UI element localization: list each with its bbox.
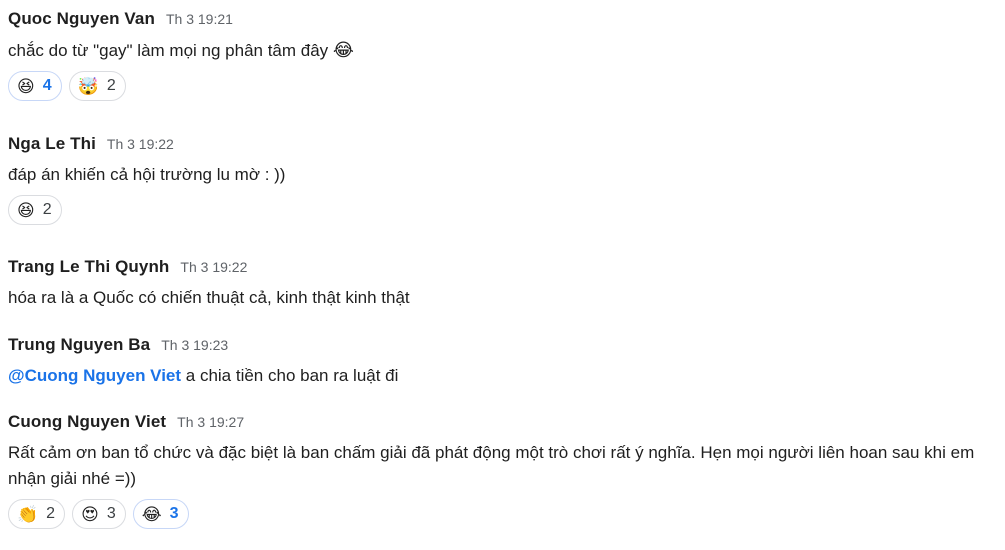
message-header: Trung Nguyen Ba Th 3 19:23 bbox=[8, 335, 1005, 357]
grinning-squint-emoji-icon: 😆 bbox=[17, 76, 35, 96]
sender-name[interactable]: Cuong Nguyen Viet bbox=[8, 412, 166, 432]
timestamp: Th 3 19:27 bbox=[177, 414, 245, 430]
exploding-head-emoji-icon: 🤯 bbox=[77, 76, 99, 96]
reaction-count: 2 bbox=[42, 201, 52, 218]
timestamp: Th 3 19:22 bbox=[180, 259, 248, 275]
sender-name[interactable]: Trung Nguyen Ba bbox=[8, 335, 150, 355]
sender-name[interactable]: Quoc Nguyen Van bbox=[8, 9, 155, 29]
message-header: Nga Le Thi Th 3 19:22 bbox=[8, 134, 1005, 156]
message: Quoc Nguyen Van Th 3 19:21 chắc do từ "g… bbox=[8, 9, 1005, 101]
timestamp: Th 3 19:21 bbox=[165, 11, 233, 27]
user-mention-link[interactable]: @Cuong Nguyen Viet bbox=[8, 366, 181, 385]
timestamp: Th 3 19:23 bbox=[161, 337, 229, 353]
laughing-tears-emoji-icon: 😂 bbox=[332, 40, 354, 60]
reaction-chip[interactable]: 👏 2 bbox=[8, 499, 66, 529]
reactions-bar: 😆 4 🤯 2 bbox=[8, 71, 1005, 101]
reaction-chip[interactable]: 😍 3 bbox=[72, 499, 126, 529]
message-text-content: a chia tiền cho ban ra luật đi bbox=[181, 366, 399, 385]
reactions-bar: 😆 2 bbox=[8, 195, 1005, 225]
reaction-chip[interactable]: 😂 3 bbox=[132, 499, 189, 529]
reaction-count: 2 bbox=[46, 505, 56, 522]
message-text-content: chắc do từ "gay" làm mọi ng phân tâm đây bbox=[8, 41, 329, 60]
message-header: Trang Le Thi Quynh Th 3 19:22 bbox=[8, 257, 1005, 279]
reaction-count: 2 bbox=[106, 77, 116, 94]
timestamp: Th 3 19:22 bbox=[106, 136, 174, 152]
reaction-chip[interactable]: 😆 4 bbox=[8, 71, 62, 101]
reaction-chip[interactable]: 🤯 2 bbox=[68, 71, 126, 101]
reaction-chip[interactable]: 😆 2 bbox=[8, 195, 62, 225]
sender-name[interactable]: Nga Le Thi bbox=[8, 134, 96, 154]
message-text: chắc do từ "gay" làm mọi ng phân tâm đây… bbox=[8, 37, 1005, 64]
heart-eyes-emoji-icon: 😍 bbox=[81, 504, 99, 524]
message-header: Quoc Nguyen Van Th 3 19:21 bbox=[8, 9, 1005, 31]
clapping-hands-emoji-icon: 👏 bbox=[17, 504, 39, 524]
message: Nga Le Thi Th 3 19:22 đáp án khiến cả hộ… bbox=[8, 134, 1005, 225]
grinning-squint-emoji-icon: 😆 bbox=[17, 200, 35, 220]
reaction-count: 3 bbox=[169, 505, 179, 522]
message-text: đáp án khiến cả hội trường lu mờ : )) bbox=[8, 165, 286, 184]
message-text: hóa ra là a Quốc có chiến thuật cả, kinh… bbox=[8, 288, 410, 307]
message: Trang Le Thi Quynh Th 3 19:22 hóa ra là … bbox=[8, 257, 1005, 311]
message-text: @Cuong Nguyen Viet a chia tiền cho ban r… bbox=[8, 363, 1005, 389]
sender-name[interactable]: Trang Le Thi Quynh bbox=[8, 257, 169, 277]
reactions-bar: 👏 2 😍 3 😂 3 bbox=[8, 499, 1005, 529]
message: Cuong Nguyen Viet Th 3 19:27 Rất cảm ơn … bbox=[8, 412, 1005, 529]
message-text: Rất cảm ơn ban tổ chức và đặc biệt là ba… bbox=[8, 443, 975, 488]
reaction-count: 3 bbox=[106, 505, 116, 522]
reaction-count: 4 bbox=[42, 77, 52, 94]
message-header: Cuong Nguyen Viet Th 3 19:27 bbox=[8, 412, 1005, 434]
laughing-tears-emoji-icon: 😂 bbox=[141, 504, 162, 524]
message: Trung Nguyen Ba Th 3 19:23 @Cuong Nguyen… bbox=[8, 335, 1005, 389]
